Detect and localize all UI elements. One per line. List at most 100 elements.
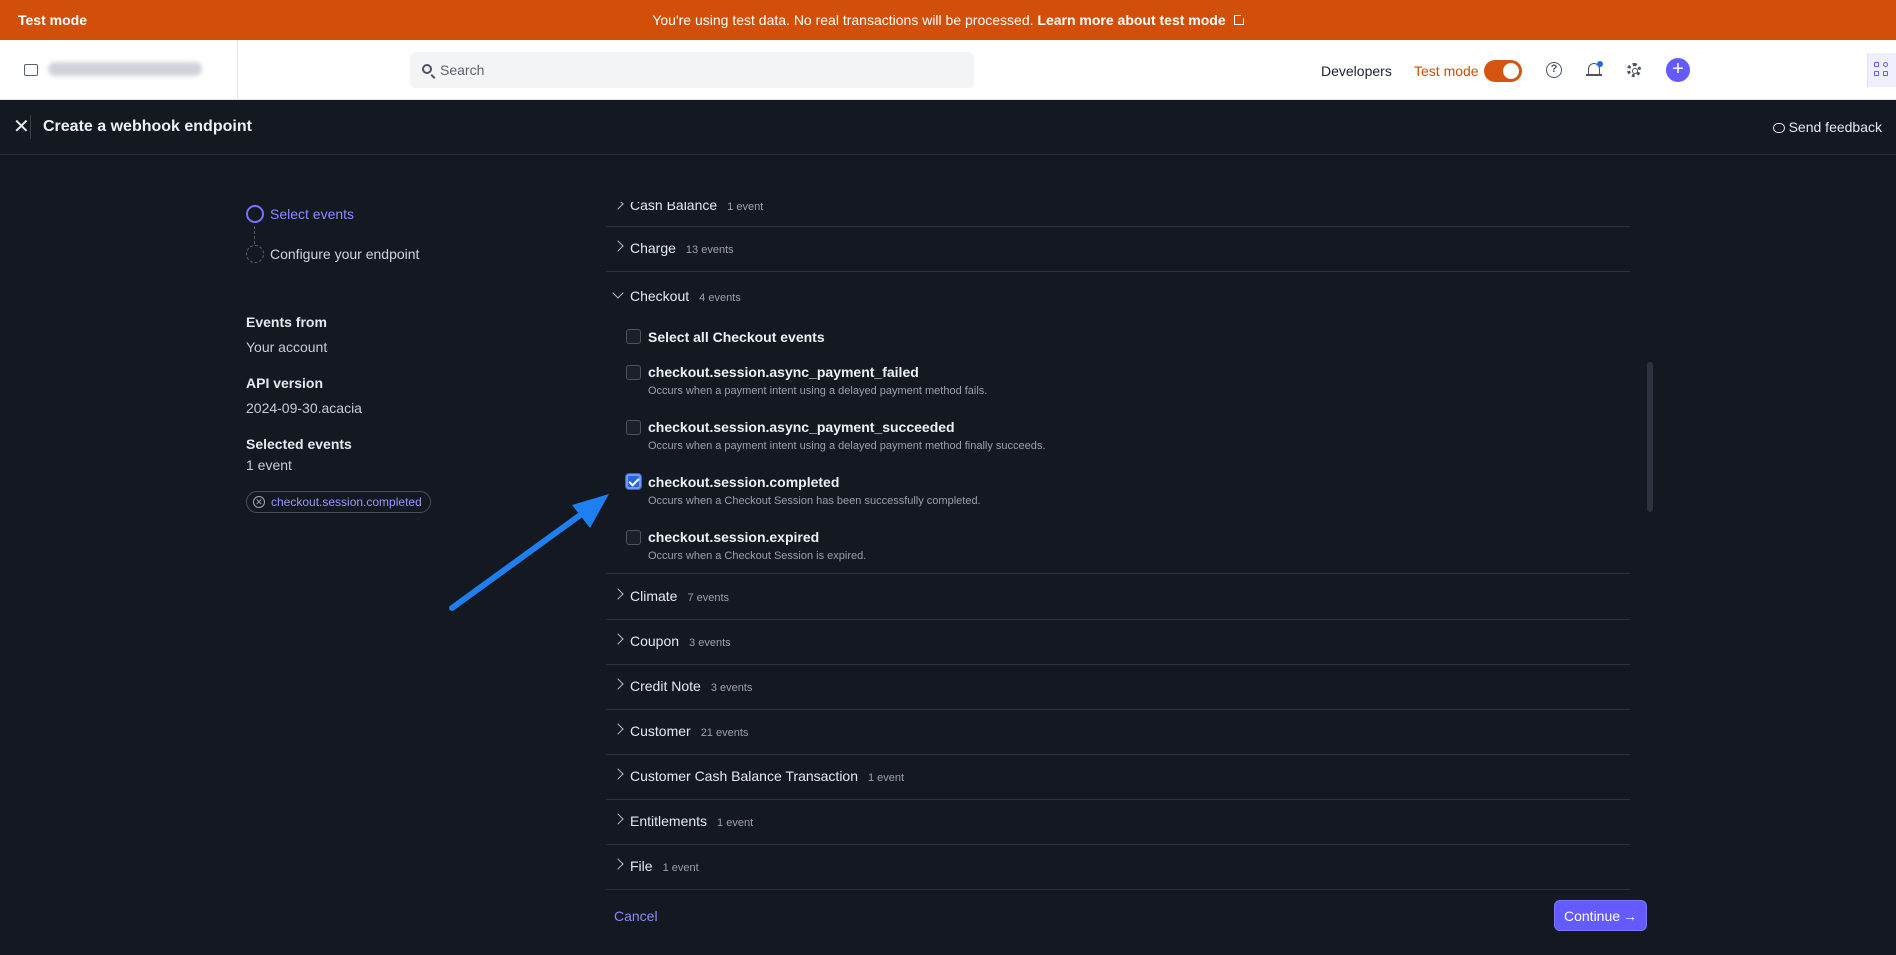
step-connector: [254, 226, 255, 244]
category-row-entitlements[interactable]: Entitlements 1 event: [606, 800, 1630, 845]
banner-message-text: You're using test data. No real transact…: [652, 12, 1034, 28]
chevron-right-icon: [612, 633, 624, 645]
category-count: 1 event: [727, 202, 764, 213]
category-row-customer-cash-balance-transaction[interactable]: Customer Cash Balance Transaction 1 event: [606, 755, 1630, 800]
step-configure-endpoint-label: Configure your endpoint: [270, 246, 420, 262]
active-step-icon: [246, 205, 264, 223]
chat-bubble-icon: [1772, 123, 1785, 133]
page-header: ✕ Create a webhook endpoint Send feedbac…: [0, 100, 1896, 155]
event-description: Occurs when a payment intent using a del…: [648, 440, 1046, 452]
category-name: Customer Cash Balance Transaction: [630, 768, 858, 784]
category-count: 1 event: [662, 862, 699, 874]
send-feedback-button[interactable]: Send feedback: [1772, 119, 1882, 135]
category-name: Charge: [630, 240, 676, 256]
arrow-right-icon: →: [1623, 908, 1637, 924]
category-row-checkout[interactable]: Checkout 4 events: [606, 277, 1630, 313]
developers-link[interactable]: Developers: [1321, 63, 1392, 79]
category-row-file[interactable]: File 1 event: [606, 845, 1630, 890]
search-bar[interactable]: [410, 52, 974, 88]
continue-label: Continue: [1564, 908, 1621, 924]
step-select-events[interactable]: Select events: [246, 205, 354, 223]
remove-circle-icon[interactable]: ✕: [253, 496, 265, 508]
category-count: 21 events: [700, 727, 749, 739]
apps-grid-icon[interactable]: [1867, 53, 1896, 87]
toggle-knob: [1503, 63, 1519, 79]
top-navigation: Developers Test mode ? +: [0, 40, 1896, 100]
category-name: Climate: [630, 588, 678, 604]
category-name: File: [630, 858, 653, 874]
store-icon: [24, 64, 38, 76]
step-select-events-label: Select events: [270, 206, 355, 222]
select-all-checkbox[interactable]: [626, 329, 641, 344]
test-mode-banner: Test mode You're using test data. No rea…: [0, 0, 1896, 40]
external-link-icon: [1233, 13, 1246, 25]
category-name: Entitlements: [630, 813, 708, 829]
banner-message: You're using test data. No real transact…: [0, 12, 1896, 28]
chevron-down-icon: [612, 287, 624, 299]
event-checkbox-checked[interactable]: [626, 474, 641, 489]
test-mode-toggle[interactable]: [1484, 60, 1522, 82]
selected-event-label: checkout.session.completed: [271, 495, 422, 509]
selected-event-pill[interactable]: ✕ checkout.session.completed: [246, 491, 431, 513]
chevron-right-icon: [612, 813, 624, 825]
help-icon[interactable]: ?: [1544, 60, 1564, 80]
category-name: Coupon: [630, 633, 680, 649]
chevron-right-icon: [612, 768, 624, 780]
select-all-label: Select all Checkout events: [648, 329, 825, 345]
category-count: 7 events: [687, 592, 730, 604]
category-count: 1 event: [868, 772, 905, 784]
page-title: Create a webhook endpoint: [43, 118, 252, 135]
event-name: checkout.session.expired: [648, 529, 820, 545]
category-count: 13 events: [685, 244, 734, 256]
event-name: checkout.session.async_payment_succeeded: [648, 419, 955, 435]
category-row-cash-balance[interactable]: Cash Balance 1 event: [606, 202, 1630, 227]
search-icon: [422, 64, 432, 74]
account-switcher[interactable]: [0, 40, 238, 99]
account-name-redacted: [48, 62, 202, 76]
notifications-bell-icon[interactable]: [1584, 60, 1604, 80]
scrollbar-thumb[interactable]: [1647, 362, 1653, 512]
chevron-right-icon: [612, 858, 624, 870]
chevron-right-icon: [612, 678, 624, 690]
event-checkbox[interactable]: [626, 365, 641, 380]
event-description: Occurs when a Checkout Session is expire…: [648, 550, 867, 562]
category-row-climate[interactable]: Climate 7 events: [606, 575, 1630, 620]
chevron-right-icon: [612, 723, 624, 735]
pending-step-icon: [246, 245, 264, 263]
settings-gear-icon[interactable]: [1624, 60, 1644, 80]
create-plus-button[interactable]: +: [1666, 58, 1690, 82]
test-mode-label: Test mode: [1414, 63, 1479, 79]
event-name: checkout.session.async_payment_failed: [648, 364, 919, 380]
cancel-button[interactable]: Cancel: [614, 908, 658, 924]
events-from-value: Your account: [246, 339, 328, 355]
category-checkout-expanded: Checkout 4 events Select all Checkout eve…: [606, 277, 1630, 574]
category-row-charge[interactable]: Charge 13 events: [606, 227, 1630, 272]
chevron-right-icon: [612, 202, 624, 210]
category-name: Customer: [630, 723, 691, 739]
continue-button[interactable]: Continue →: [1554, 900, 1647, 931]
category-row-credit-note[interactable]: Credit Note 3 events: [606, 665, 1630, 710]
search-input[interactable]: [440, 52, 960, 88]
api-version-label: API version: [246, 375, 324, 391]
selected-events-label: Selected events: [246, 436, 352, 452]
notification-dot: [1597, 61, 1603, 67]
api-version-value: 2024-09-30.acacia: [246, 400, 362, 416]
category-count: 3 events: [689, 637, 731, 649]
event-description: Occurs when a Checkout Session has been …: [648, 495, 981, 507]
event-description: Occurs when a payment intent using a del…: [648, 385, 988, 397]
event-checkbox[interactable]: [626, 530, 641, 545]
banner-learn-more-link[interactable]: Learn more about test mode: [1037, 12, 1225, 28]
event-checkbox[interactable]: [626, 420, 641, 435]
send-feedback-label: Send feedback: [1788, 119, 1882, 135]
close-icon[interactable]: ✕: [13, 117, 30, 137]
category-count: 1 event: [717, 817, 754, 829]
category-count: 4 events: [699, 292, 741, 304]
category-count: 3 events: [710, 682, 753, 694]
step-configure-endpoint[interactable]: Configure your endpoint: [246, 245, 419, 263]
events-from-label: Events from: [246, 314, 327, 330]
header-divider: [30, 115, 31, 139]
category-row-customer[interactable]: Customer 21 events: [606, 710, 1630, 755]
category-row-coupon[interactable]: Coupon 3 events: [606, 620, 1630, 665]
event-name: checkout.session.completed: [648, 474, 840, 490]
selected-events-count: 1 event: [246, 457, 292, 473]
